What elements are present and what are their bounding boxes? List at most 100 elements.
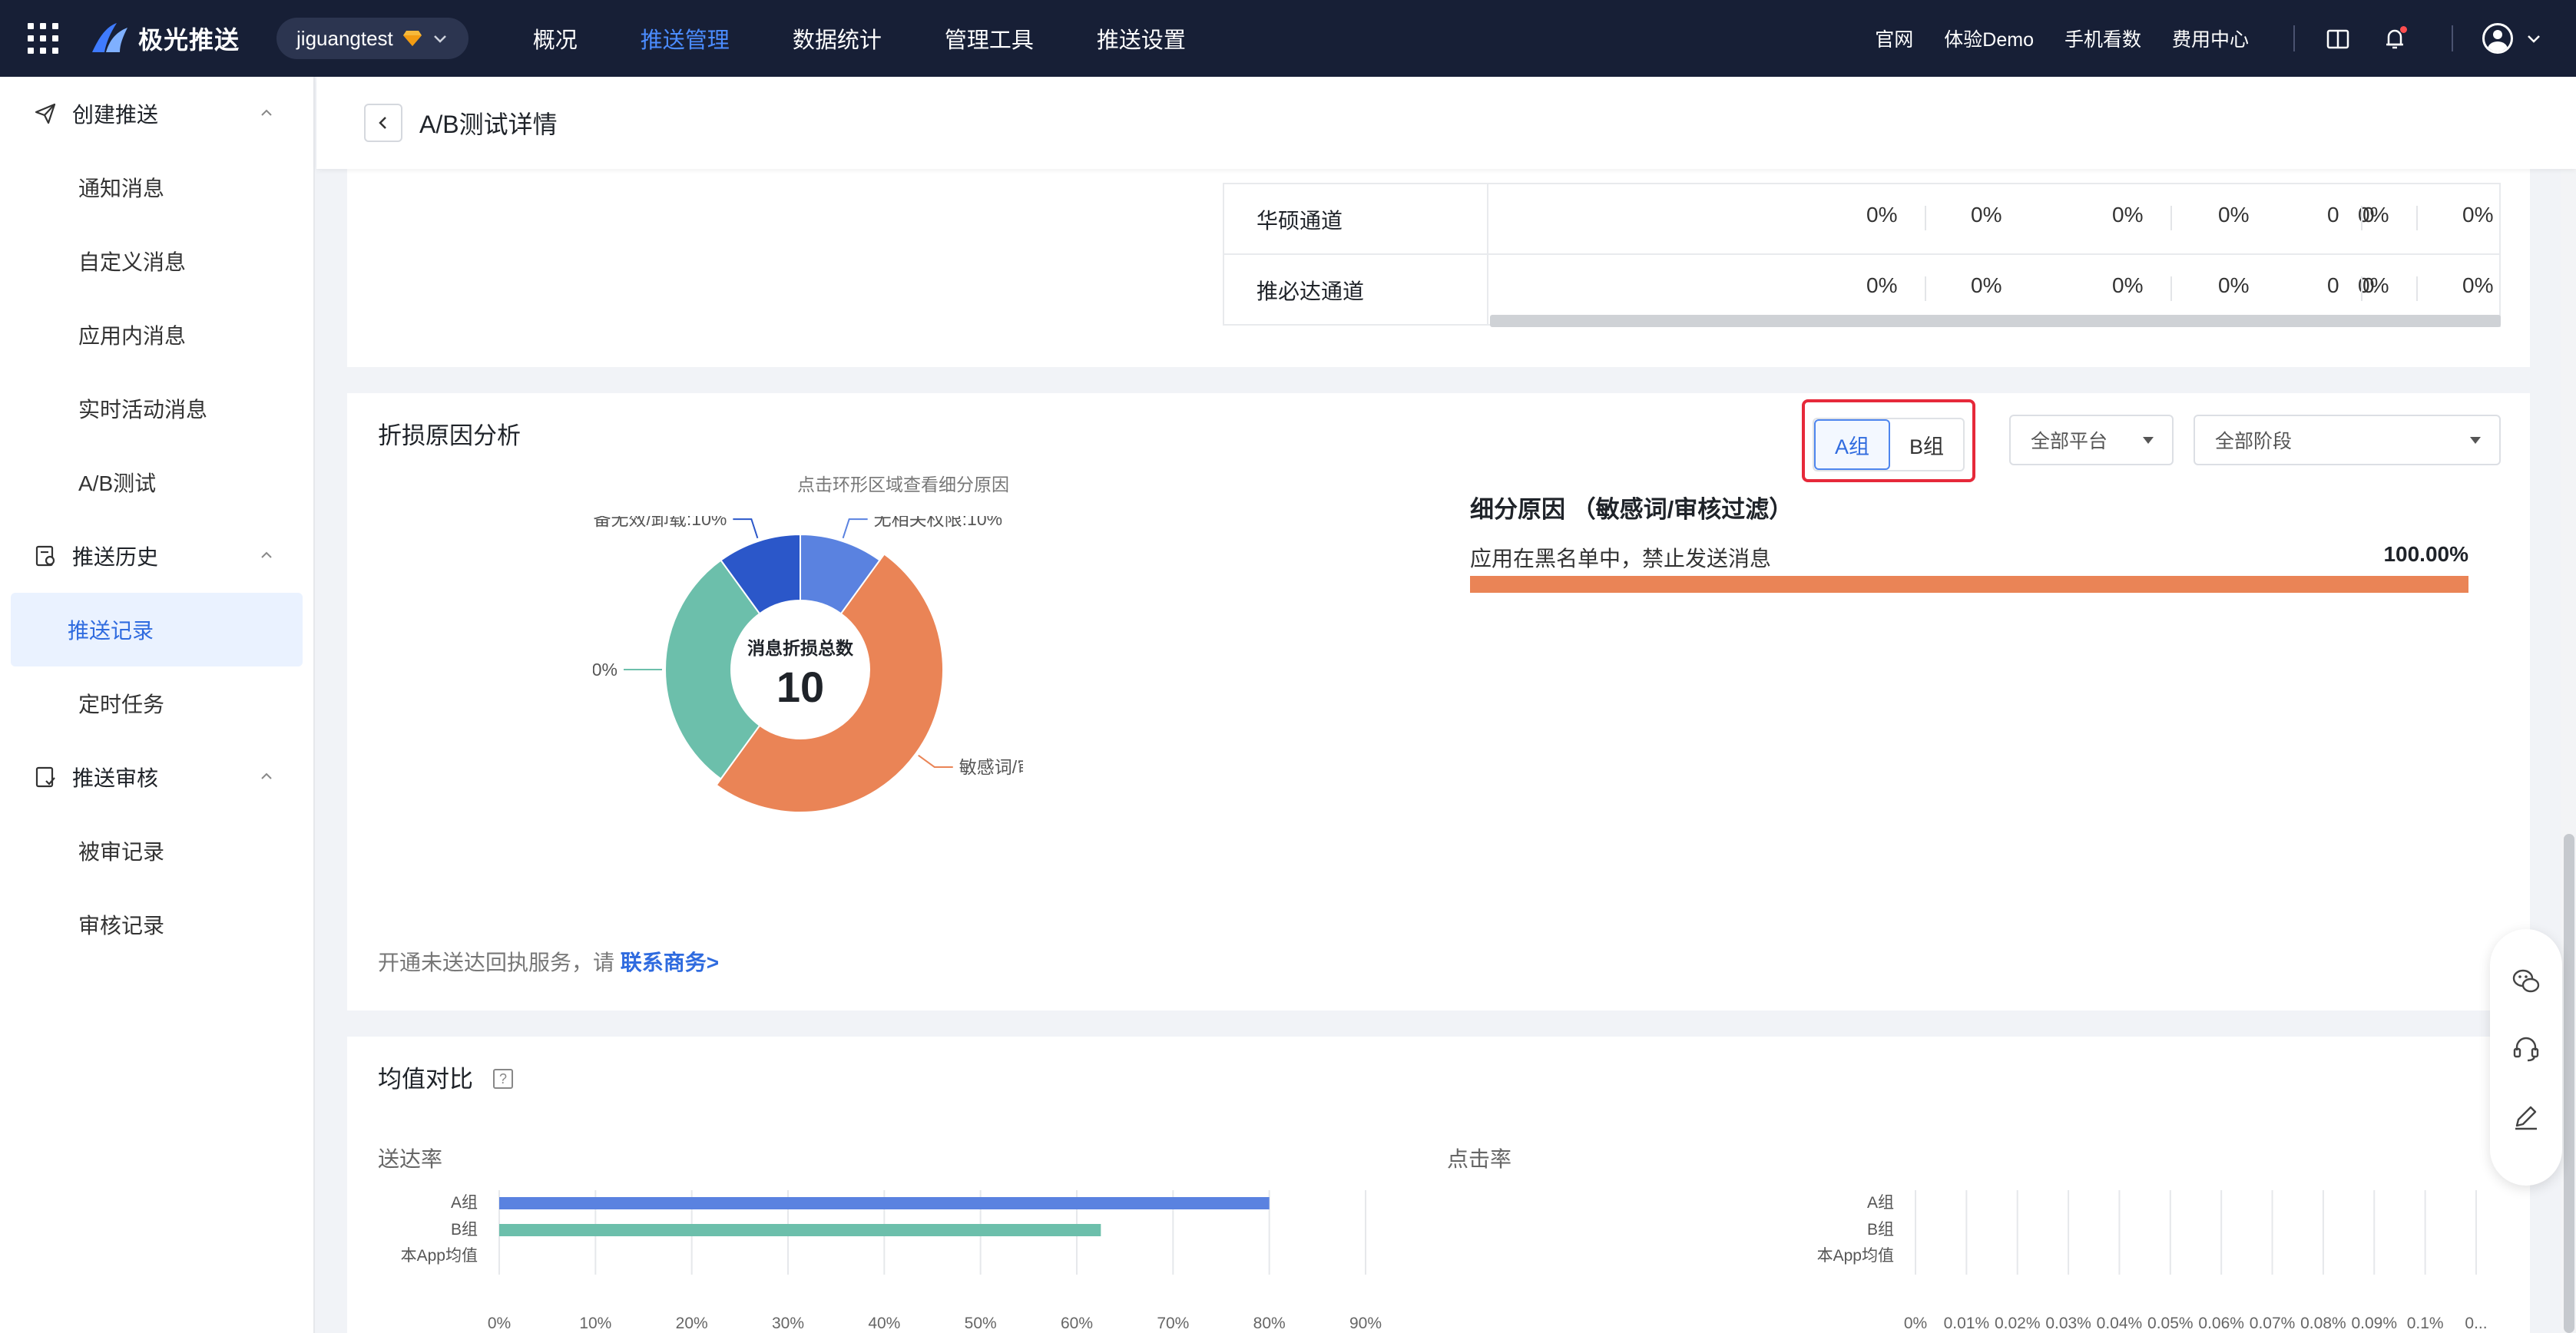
customer-service-icon[interactable] [2511, 1034, 2541, 1064]
audit-doc-icon [35, 766, 55, 788]
link-demo[interactable]: 体验Demo [1944, 25, 2034, 52]
channel-name: 推必达通道 [1223, 255, 1488, 326]
jiguang-logo-icon [92, 23, 127, 52]
click-x-tick: 0.07% [2250, 1315, 2296, 1332]
sidebar-section-label: 推送历史 [72, 545, 159, 569]
click-x-tick: 0.06% [2198, 1315, 2244, 1332]
stage-select-value: 全部阶段 [2215, 431, 2293, 452]
sidebar-item-audited-records[interactable]: 被审记录 [11, 814, 303, 888]
delivery-x-tick: 20% [676, 1315, 708, 1332]
table-cell: 0% [2462, 203, 2494, 227]
donut-center-label: 消息折损总数 [747, 638, 854, 658]
horizontal-scrollbar[interactable] [1490, 315, 2501, 327]
table-row: 华硕通道 0% 0% 0% 0% 0% 0% [1223, 184, 2501, 255]
cell-divider [2416, 276, 2418, 301]
delivery-rate-title: 送达率 [378, 1147, 443, 1171]
sidebar: 创建推送 通知消息 自定义消息 应用内消息 实时活动消息 A/B测试 推送历史 … [0, 77, 315, 1333]
table-cell: 0% [1866, 203, 1898, 227]
table-cell: 0% [2462, 273, 2494, 297]
delivery-category-label: 本App均值 [401, 1247, 478, 1265]
click-x-tick: 0.04% [2097, 1315, 2143, 1332]
page-header: A/B测试详情 [316, 77, 2576, 169]
chevron-up-icon [261, 109, 272, 116]
edit-icon[interactable] [2511, 1101, 2541, 1132]
sidebar-item-push-records[interactable]: 推送记录 [11, 593, 303, 666]
table-cell: 0% [2218, 203, 2250, 227]
sidebar-item-ab-test[interactable]: A/B测试 [11, 445, 303, 519]
back-button[interactable] [364, 104, 402, 142]
wechat-icon[interactable] [2511, 966, 2541, 997]
chevron-down-icon[interactable] [2525, 30, 2542, 47]
bell-icon[interactable] [2381, 25, 2409, 52]
delivery-x-tick: 90% [1349, 1315, 1382, 1332]
table-right-border [2499, 183, 2501, 327]
sidebar-section-create-push[interactable]: 创建推送 [0, 77, 313, 150]
loss-section-title: 折损原因分析 [378, 422, 521, 449]
click-x-tick: 0% [1904, 1315, 1927, 1332]
delivery-x-tick: 80% [1253, 1315, 1286, 1332]
detail-reason-bar-track [1470, 576, 2468, 593]
sidebar-section-push-history[interactable]: 推送历史 [0, 519, 313, 593]
user-avatar-icon[interactable] [2482, 23, 2513, 54]
click-x-tick: 0.1% [2407, 1315, 2444, 1332]
divider [2452, 25, 2453, 51]
sidebar-item-in-app-message[interactable]: 应用内消息 [11, 298, 303, 372]
stage-select[interactable]: 全部阶段 [2194, 415, 2501, 465]
link-billing[interactable]: 费用中心 [2172, 25, 2249, 52]
diamond-icon [402, 31, 422, 46]
sidebar-section-push-audit[interactable]: 推送审核 [0, 740, 313, 814]
click-x-tick: 0... [2465, 1315, 2487, 1332]
delivery-category-label: B组 [451, 1221, 478, 1239]
nav-push-settings[interactable]: 推送设置 [1097, 22, 1186, 55]
click-category-label: 本App均值 [1817, 1247, 1894, 1265]
mean-section-title: 均值对比 [378, 1066, 473, 1093]
logo-text: 极光推送 [138, 26, 240, 54]
click-category-label: A组 [1867, 1194, 1894, 1212]
click-x-tick: 0.09% [2351, 1315, 2397, 1332]
loss-donut-chart[interactable]: 敏感词/审核过滤:50% 无效用户:30% 设备无效/卸载:10% 无相关权限:10%… [593, 516, 1023, 838]
app-name: jiguangtest [296, 26, 393, 50]
table-cell: 0 [2362, 273, 2375, 297]
loss-analysis-card: 折损原因分析 点击环形区域查看细分原因 A组 B组 全部平台 全部阶段 敏感词/… [347, 393, 2530, 1011]
nav-overview[interactable]: 概况 [533, 22, 578, 55]
contact-sales-link[interactable]: 联系商务> [621, 951, 719, 974]
book-icon[interactable] [2324, 25, 2352, 52]
nav-tools[interactable]: 管理工具 [945, 22, 1034, 55]
delivery-x-tick: 0% [488, 1315, 511, 1332]
click-rate-bar-chart: 0% 0.01% 0.02% 0.03% 0.04% 0.05% 0.06% 0.07% 0.0… [1817, 1190, 2488, 1332]
sidebar-item-live-activity[interactable]: 实时活动消息 [11, 372, 303, 445]
platform-select-value: 全部平台 [2031, 431, 2108, 452]
delivery-x-tick: 10% [579, 1315, 611, 1332]
donut-slice-label: 设备无效/卸载:10% [593, 516, 727, 529]
nav-push-management[interactable]: 推送管理 [641, 22, 730, 55]
click-x-tick: 0.03% [2045, 1315, 2091, 1332]
cell-divider [2416, 206, 2418, 230]
divider [2293, 25, 2295, 51]
table-cell: 0% [1971, 203, 2002, 227]
mean-compare-card: 均值对比 ? 送达率 点击率 0% 10% 20% 30% 40% 50% 60% 70% 80… [347, 1037, 2530, 1333]
sidebar-item-audit-records[interactable]: 审核记录 [11, 888, 303, 961]
table-cell: 0 [2327, 203, 2339, 227]
help-icon[interactable]: ? [493, 1069, 513, 1089]
link-official-site[interactable]: 官网 [1875, 25, 1913, 52]
nav-data-stats[interactable]: 数据统计 [793, 22, 882, 55]
table-cell: 0% [1971, 273, 2002, 297]
logo[interactable]: 极光推送 [89, 21, 240, 56]
sidebar-item-notification[interactable]: 通知消息 [11, 150, 303, 224]
contact-text: 开通未送达回执服务，请 [378, 951, 615, 974]
vertical-scrollbar[interactable] [2564, 834, 2574, 1333]
delivery-category-label: A组 [451, 1194, 478, 1212]
link-mobile-stats[interactable]: 手机看数 [2064, 25, 2141, 52]
paper-plane-icon [35, 103, 56, 124]
click-category-label: B组 [1867, 1221, 1894, 1239]
channel-name: 华硕通道 [1223, 184, 1488, 255]
chart-hint: 点击环形区域查看细分原因 [797, 475, 1009, 495]
app-grid-icon[interactable] [28, 23, 58, 54]
table-cell: 0% [2112, 273, 2144, 297]
sidebar-item-custom-message[interactable]: 自定义消息 [11, 224, 303, 298]
app-switcher[interactable]: jiguangtest [276, 18, 469, 59]
dropdown-caret-icon [2143, 437, 2154, 444]
sidebar-item-scheduled-tasks[interactable]: 定时任务 [11, 666, 303, 740]
detail-reason-label: 应用在黑名单中，禁止发送消息 [1470, 547, 1772, 571]
platform-select[interactable]: 全部平台 [2009, 415, 2174, 465]
